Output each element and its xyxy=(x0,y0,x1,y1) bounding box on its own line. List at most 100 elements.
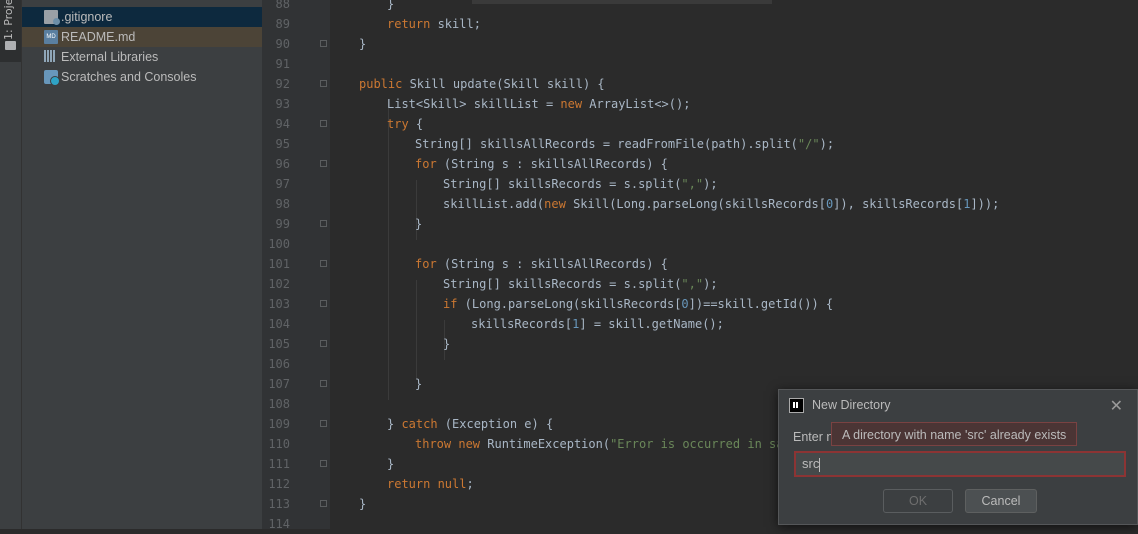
line-number: 105 xyxy=(268,337,290,351)
line-code: skillList.add(new Skill(Long.parseLong(s… xyxy=(443,197,1000,211)
fold-marker[interactable] xyxy=(320,380,327,387)
error-tooltip: A directory with name 'src' already exis… xyxy=(831,422,1078,446)
line-code: } xyxy=(387,457,395,471)
line-number: 112 xyxy=(268,477,290,491)
fold-marker[interactable] xyxy=(320,120,327,127)
tree-item-label: Scratches and Consoles xyxy=(61,70,197,84)
line-code: if (Long.parseLong(skillsRecords[0])==sk… xyxy=(443,297,834,311)
tree-item-label: .gitignore xyxy=(61,10,113,24)
line-number: 90 xyxy=(275,37,290,51)
close-icon[interactable]: ✕ xyxy=(1110,396,1123,415)
code-line: 94 try { xyxy=(262,114,1138,134)
fold-marker[interactable] xyxy=(320,220,327,227)
code-line: 97 String[] skillsRecords = s.split(",")… xyxy=(262,174,1138,194)
line-code: return null; xyxy=(387,477,474,491)
line-code: } xyxy=(359,37,367,51)
line-code: List<Skill> skillList = new ArrayList<>(… xyxy=(387,97,691,111)
line-number: 92 xyxy=(275,77,290,91)
line-number: 103 xyxy=(268,297,290,311)
fold-marker[interactable] xyxy=(320,500,327,507)
line-code: } xyxy=(443,337,451,351)
tree-item-scratches[interactable]: Scratches and Consoles xyxy=(22,67,262,87)
fold-marker[interactable] xyxy=(320,420,327,427)
code-line: 105 } xyxy=(262,334,1138,354)
line-number: 98 xyxy=(275,197,290,211)
code-line: 92 public Skill update(Skill skill) { xyxy=(262,74,1138,94)
tree-item-gitignore[interactable]: .gitignore xyxy=(22,7,262,27)
libraries-icon xyxy=(44,50,58,64)
folder-icon xyxy=(5,41,16,50)
code-line: 91 xyxy=(262,54,1138,74)
tree-item-label: External Libraries xyxy=(61,50,159,64)
line-code: } xyxy=(415,217,423,231)
line-number: 101 xyxy=(268,257,290,271)
cancel-button[interactable]: Cancel xyxy=(965,489,1037,513)
code-line: 90 } xyxy=(262,34,1138,54)
code-line: 93 List<Skill> skillList = new ArrayList… xyxy=(262,94,1138,114)
tree-item-external-libraries[interactable]: External Libraries xyxy=(22,47,262,67)
line-number: 110 xyxy=(268,437,290,451)
code-line: 100 xyxy=(262,234,1138,254)
line-number: 111 xyxy=(268,457,290,471)
line-number: 107 xyxy=(268,377,290,391)
code-line: 89 return skill; xyxy=(262,14,1138,34)
line-code: } xyxy=(387,0,395,11)
dialog-titlebar[interactable]: New Directory ✕ xyxy=(779,390,1137,421)
line-code: for (String s : skillsAllRecords) { xyxy=(415,257,668,271)
fold-marker[interactable] xyxy=(320,40,327,47)
ok-button[interactable]: OK xyxy=(883,489,953,513)
line-number: 88 xyxy=(275,0,290,11)
line-code: public Skill update(Skill skill) { xyxy=(359,77,605,91)
tree-item-readme[interactable]: MD README.md xyxy=(22,27,262,47)
new-directory-dialog: New Directory ✕ Enter ne A directory wit… xyxy=(778,389,1138,525)
line-number: 91 xyxy=(275,57,290,71)
fold-marker[interactable] xyxy=(320,340,327,347)
line-number: 100 xyxy=(268,237,290,251)
line-number: 97 xyxy=(275,177,290,191)
directory-name-input[interactable]: src xyxy=(794,451,1126,477)
code-line: 88 } xyxy=(262,0,1138,14)
line-number: 93 xyxy=(275,97,290,111)
line-number: 113 xyxy=(268,497,290,511)
tool-window-strip: 1: Project xyxy=(0,0,22,529)
project-panel: .gitignore MD README.md External Librari… xyxy=(22,0,262,529)
line-number: 94 xyxy=(275,117,290,131)
code-line: 95 String[] skillsAllRecords = readFromF… xyxy=(262,134,1138,154)
line-number: 109 xyxy=(268,417,290,431)
line-number: 95 xyxy=(275,137,290,151)
code-line: 106 xyxy=(262,354,1138,374)
fold-marker[interactable] xyxy=(320,160,327,167)
line-number: 96 xyxy=(275,157,290,171)
line-number: 114 xyxy=(268,517,290,531)
line-number: 102 xyxy=(268,277,290,291)
code-line: 103 if (Long.parseLong(skillsRecords[0])… xyxy=(262,294,1138,314)
code-line: 96 for (String s : skillsAllRecords) { xyxy=(262,154,1138,174)
gitignore-file-icon xyxy=(44,10,60,25)
code-line: 99 } xyxy=(262,214,1138,234)
intellij-app-icon xyxy=(789,398,804,413)
line-code: for (String s : skillsAllRecords) { xyxy=(415,157,668,171)
line-code: try { xyxy=(387,117,424,131)
markdown-file-icon: MD xyxy=(44,30,58,44)
fold-marker[interactable] xyxy=(320,80,327,87)
scratches-icon xyxy=(44,70,60,86)
line-code: String[] skillsRecords = s.split(","); xyxy=(443,177,718,191)
code-line: 102 String[] skillsRecords = s.split(","… xyxy=(262,274,1138,294)
line-code: throw new RuntimeException("Error is occ… xyxy=(415,437,791,451)
line-number: 89 xyxy=(275,17,290,31)
fold-marker[interactable] xyxy=(320,460,327,467)
directory-name-value: src xyxy=(802,456,820,471)
code-line: 98 skillList.add(new Skill(Long.parseLon… xyxy=(262,194,1138,214)
project-tool-tab[interactable]: 1: Project xyxy=(0,0,21,62)
fold-marker[interactable] xyxy=(320,260,327,267)
tree-item-label: README.md xyxy=(61,30,136,44)
fold-marker[interactable] xyxy=(320,300,327,307)
dialog-title: New Directory xyxy=(812,398,891,412)
line-code: String[] skillsAllRecords = readFromFile… xyxy=(415,137,835,151)
project-tab-label: 1: Project xyxy=(2,0,15,40)
line-number: 104 xyxy=(268,317,290,331)
line-number: 99 xyxy=(275,217,290,231)
line-code: String[] skillsRecords = s.split(","); xyxy=(443,277,718,291)
line-number: 106 xyxy=(268,357,290,371)
line-code: } xyxy=(415,377,423,391)
